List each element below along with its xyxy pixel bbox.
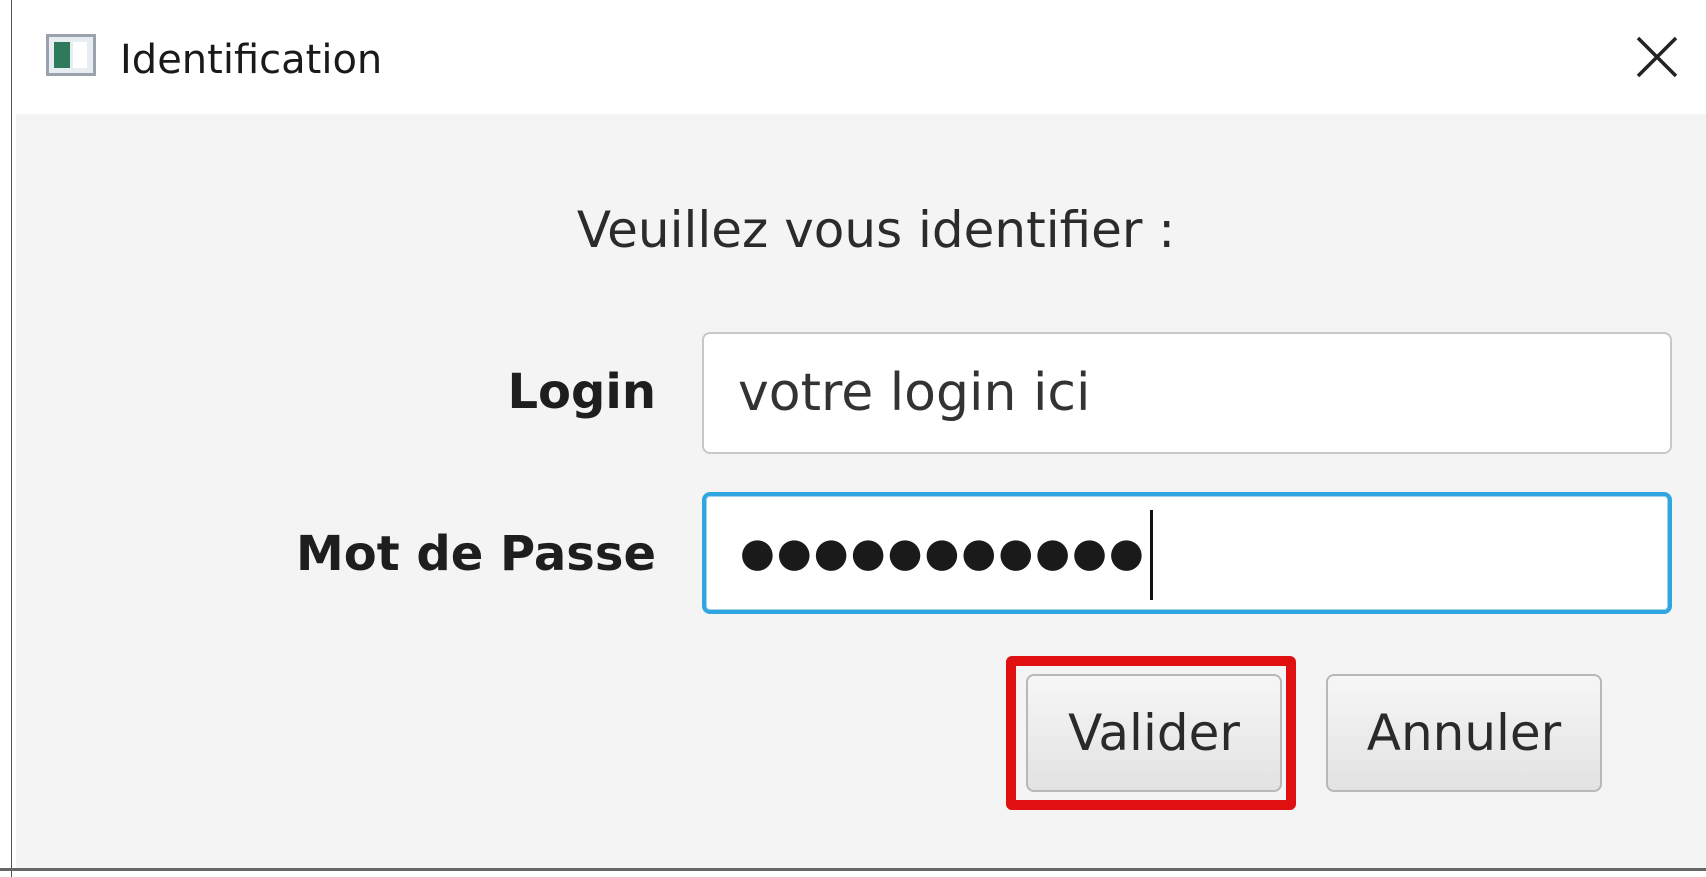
validate-button[interactable]: Valider (1026, 674, 1282, 792)
close-icon[interactable] (1630, 30, 1684, 84)
app-window-icon (46, 34, 96, 76)
password-masked-value: ●●●●●●●●●●● (740, 530, 1146, 576)
login-value: votre login ici (738, 363, 1091, 423)
dialog-content: Veuillez vous identifier : Login votre l… (16, 114, 1706, 870)
prompt-text: Veuillez vous identifier : (576, 201, 1176, 259)
login-label: Login (507, 364, 656, 420)
window-bottom-border (0, 868, 1706, 871)
password-field[interactable]: ●●●●●●●●●●● (702, 492, 1672, 614)
title-bar[interactable]: Identification (12, 0, 1706, 114)
window-title: Identification (120, 37, 383, 83)
text-caret (1149, 510, 1153, 600)
cancel-button[interactable]: Annuler (1326, 674, 1602, 792)
login-field[interactable]: votre login ici (702, 332, 1672, 454)
password-label: Mot de Passe (296, 526, 656, 582)
identification-dialog: Identification Veuillez vous identifier … (12, 0, 1706, 877)
